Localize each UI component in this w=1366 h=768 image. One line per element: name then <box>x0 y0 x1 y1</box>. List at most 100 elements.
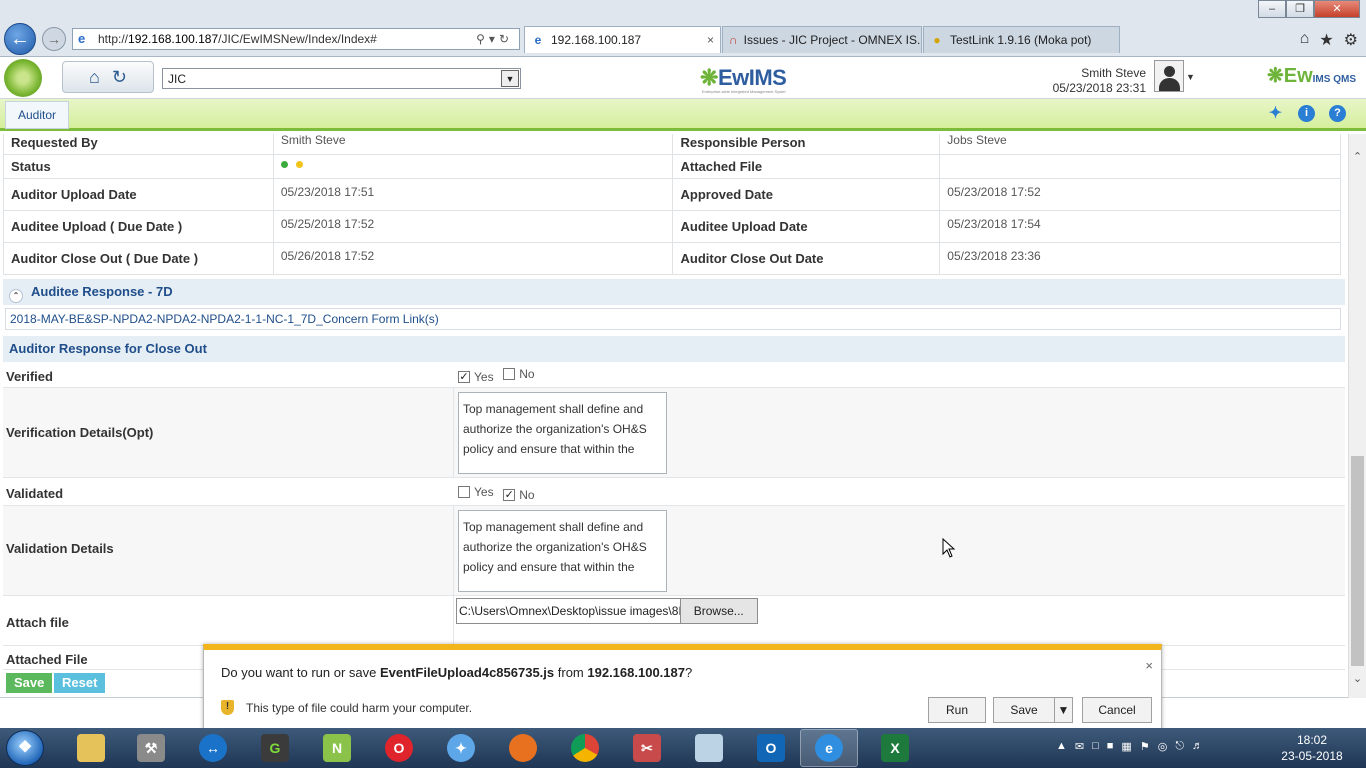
unchecked-box-icon[interactable] <box>458 486 470 498</box>
back-button[interactable]: ← <box>4 23 36 55</box>
shield-warning-icon: ! <box>221 700 234 715</box>
file-path[interactable]: C:\Users\Omnex\Desktop\issue images\8I <box>457 599 680 623</box>
validated-row: Validated Yes ✓ No <box>3 478 1345 506</box>
chevron-down-icon[interactable]: ▼ <box>1058 703 1070 717</box>
pin-icon[interactable]: ✦ <box>1267 105 1284 122</box>
entity-select[interactable]: JIC ▼ <box>162 68 521 89</box>
forward-button[interactable]: → <box>42 27 66 51</box>
status-label: Status <box>3 154 274 179</box>
run-button[interactable]: Run <box>928 697 986 723</box>
concern-form-link[interactable]: 2018-MAY-BE&SP-NPDA2-NPDA2-NPDA2-1-1-NC-… <box>5 308 1341 330</box>
tray-volume-icon[interactable]: ♬ <box>1192 740 1203 753</box>
verified-options: ✓ Yes No <box>453 362 1345 387</box>
settings-gear-icon[interactable]: ⚙ <box>1344 30 1358 50</box>
user-menu-caret-icon[interactable]: ▼ <box>1186 72 1195 82</box>
closeout-header: Auditor Response for Close Out <box>3 336 1345 362</box>
taskbar-safari[interactable]: ✦ <box>432 729 490 767</box>
safari-compass-icon: ✦ <box>447 734 475 762</box>
close-window-button[interactable]: ✕ <box>1314 0 1360 18</box>
validation-details-textarea[interactable]: Top management shall define and authoriz… <box>458 510 667 592</box>
tray-language-icon[interactable]: ⎋ <box>1175 740 1184 753</box>
taskbar-ie[interactable]: e <box>800 729 858 767</box>
reset-button[interactable]: Reset <box>54 673 106 693</box>
taskbar-chrome[interactable] <box>556 729 614 767</box>
tab-jira[interactable]: ∩ Issues - JIC Project - OMNEX IS... <box>722 26 922 53</box>
tray-expand-icon[interactable]: ▲ <box>1056 740 1067 753</box>
auditee-response-header[interactable]: ⌃ Auditee Response - 7D <box>3 279 1345 305</box>
close-icon[interactable]: × <box>1145 658 1153 673</box>
checked-box-icon[interactable]: ✓ <box>458 371 470 383</box>
taskbar-notepadpp[interactable]: N <box>308 729 366 767</box>
taskbar-notes[interactable] <box>680 729 738 767</box>
tray-network-icon[interactable]: □ <box>1092 740 1099 753</box>
folder-icon <box>77 734 105 762</box>
scroll-up-icon[interactable]: ⌃ <box>1349 148 1366 166</box>
save-download-button[interactable]: Save <box>993 697 1055 723</box>
taskbar-tools[interactable]: ⚒ <box>122 729 180 767</box>
minimize-button[interactable]: – <box>1258 0 1286 18</box>
windows-logo-icon: ❖ <box>17 739 33 756</box>
taskbar-teamviewer[interactable]: ↔ <box>184 729 242 767</box>
collapse-chevron-icon[interactable]: ⌃ <box>9 289 23 303</box>
verified-yes[interactable]: ✓ Yes <box>458 370 494 384</box>
checked-box-icon[interactable]: ✓ <box>503 489 516 501</box>
save-options-dropdown[interactable]: ▼ <box>1054 697 1073 723</box>
tab-label: Issues - JIC Project - OMNEX IS... <box>743 33 922 47</box>
taskbar-explorer[interactable] <box>62 729 120 767</box>
start-button[interactable]: ❖ <box>6 730 44 766</box>
taskbar-outlook[interactable]: O <box>742 729 800 767</box>
restore-button[interactable]: ❐ <box>1286 0 1314 18</box>
tray-app-icon[interactable]: ■ <box>1107 740 1114 753</box>
tab-active[interactable]: e 192.168.100.187 × <box>524 26 721 53</box>
tab-close-icon[interactable]: × <box>697 33 714 47</box>
unchecked-box-icon[interactable] <box>503 368 516 380</box>
ie-tab-icon: e <box>534 33 542 47</box>
verification-details-textarea[interactable]: Top management shall define and authoriz… <box>458 392 667 474</box>
user-info: Smith Steve 05/23/2018 23:31 <box>1053 66 1146 96</box>
tray-flag-icon[interactable]: ⚑ <box>1140 740 1150 753</box>
tab-auditor[interactable]: Auditor <box>5 101 70 129</box>
taskbar-opera[interactable]: O <box>370 729 428 767</box>
no-label: No <box>519 488 535 502</box>
tray-outlook-icon[interactable]: ✉ <box>1075 740 1084 753</box>
download-question: Do you want to run or save EventFileUplo… <box>221 665 692 680</box>
verification-details-row: Verification Details(Opt) Top management… <box>3 388 1345 478</box>
status-indicators <box>272 154 674 179</box>
avatar[interactable] <box>1154 60 1184 92</box>
validated-no[interactable]: ✓ No <box>503 488 535 502</box>
back-arrow-icon: ← <box>10 28 30 50</box>
verified-label: Verified <box>6 369 53 384</box>
tray-globe-icon[interactable]: ◎ <box>1158 740 1168 753</box>
url-host: 192.168.100.187 <box>128 32 219 46</box>
verified-no[interactable]: No <box>503 367 535 381</box>
taskbar-firefox[interactable] <box>494 729 552 767</box>
tray-notepad-icon[interactable]: ▦ <box>1121 740 1131 753</box>
table-row: Requested By Smith Steve Responsible Per… <box>3 134 1341 155</box>
app-logo-icon[interactable] <box>4 59 42 97</box>
cancel-button[interactable]: Cancel <box>1082 697 1152 723</box>
scroll-down-icon[interactable]: ⌄ <box>1349 670 1366 688</box>
home-icon[interactable]: ⌂ <box>1300 30 1310 50</box>
validated-yes[interactable]: Yes <box>458 485 494 499</box>
taskbar-clock[interactable]: 18:02 23-05-2018 <box>1280 732 1344 764</box>
home-icon[interactable]: ⌂ <box>89 67 100 88</box>
scrollbar-thumb[interactable] <box>1351 456 1364 666</box>
save-button[interactable]: Save <box>6 673 53 693</box>
chevron-down-icon[interactable]: ▼ <box>501 70 519 87</box>
tab-testlink[interactable]: ● TestLink 1.9.16 (Moka pot) <box>923 26 1120 53</box>
info-icon[interactable]: i <box>1298 105 1315 122</box>
help-icon[interactable]: ? <box>1329 105 1346 122</box>
favorites-star-icon[interactable]: ★ <box>1319 30 1333 50</box>
approved-date-label: Approved Date <box>672 178 941 211</box>
browse-button[interactable]: Browse... <box>679 599 757 623</box>
taskbar-excel[interactable]: X <box>866 729 924 767</box>
approved-date-value: 05/23/2018 17:52 <box>939 178 1341 211</box>
content-scrollbar[interactable]: ⌃ ⌄ <box>1348 134 1366 698</box>
taskbar-snipping[interactable]: ✂ <box>618 729 676 767</box>
refresh-icon[interactable]: ↻ <box>112 67 127 88</box>
notepad-plus-icon: N <box>323 734 351 762</box>
file-upload-input[interactable]: C:\Users\Omnex\Desktop\issue images\8I B… <box>456 598 758 624</box>
address-bar[interactable]: e http://192.168.100.187/JIC/EwIMSNew/In… <box>72 28 520 50</box>
address-tools-icon[interactable]: ⚲▾↻ <box>476 32 513 46</box>
taskbar-greenshot[interactable]: G <box>246 729 304 767</box>
